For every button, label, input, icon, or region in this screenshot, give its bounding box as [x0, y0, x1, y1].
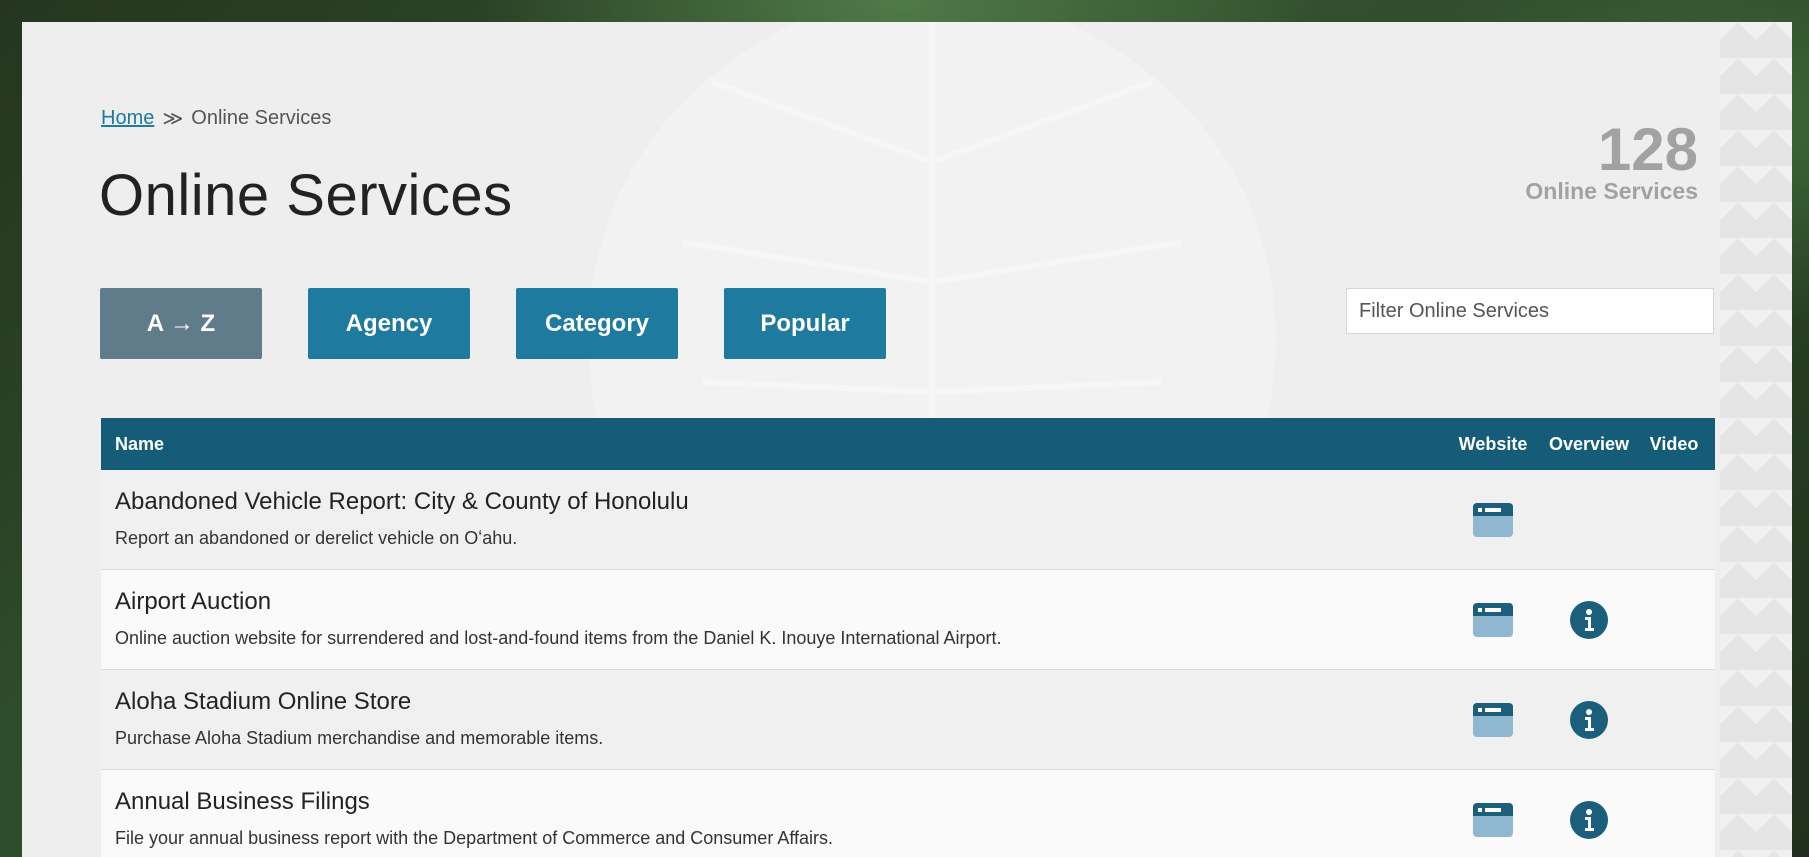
content-panel: Home ≫ Online Services Online Services 1…	[22, 22, 1792, 857]
overview-cell	[1539, 470, 1639, 569]
service-name-cell: Annual Business Filings File your annual…	[101, 770, 1447, 857]
website-cell	[1447, 770, 1539, 857]
website-cell	[1447, 670, 1539, 769]
breadcrumb-current: Online Services	[191, 107, 332, 129]
tab-a-to-z[interactable]: A → Z	[100, 288, 262, 359]
table-row: Annual Business Filings File your annual…	[101, 770, 1715, 857]
services-count-summary: 128 Online Services	[1525, 116, 1698, 205]
service-description: File your annual business report with th…	[115, 828, 834, 848]
video-cell	[1639, 570, 1715, 669]
service-title[interactable]: Annual Business Filings	[115, 788, 1447, 816]
tab-popular[interactable]: Popular	[724, 288, 886, 359]
service-description: Purchase Aloha Stadium merchandise and m…	[115, 728, 604, 748]
header-video: Video	[1649, 433, 1699, 454]
tab-agency[interactable]: Agency	[308, 288, 470, 359]
service-name-cell: Abandoned Vehicle Report: City & County …	[101, 470, 1447, 569]
services-count-number: 128	[1597, 116, 1698, 183]
decorative-pattern-strip	[1720, 22, 1792, 857]
browser-window-icon[interactable]	[1473, 602, 1513, 637]
overview-cell	[1539, 570, 1639, 669]
breadcrumb-separator-icon: ≫	[162, 108, 184, 130]
header-name[interactable]: Name	[101, 434, 1447, 455]
table-row: Aloha Stadium Online Store Purchase Aloh…	[101, 670, 1715, 770]
browser-window-icon[interactable]	[1473, 802, 1513, 837]
breadcrumb: Home ≫ Online Services	[101, 106, 331, 131]
filter-input[interactable]	[1346, 288, 1714, 334]
service-description: Report an abandoned or derelict vehicle …	[115, 528, 518, 548]
video-cell	[1639, 770, 1715, 857]
table-row: Airport Auction Online auction website f…	[101, 570, 1715, 670]
service-title[interactable]: Aloha Stadium Online Store	[115, 688, 1447, 716]
service-description: Online auction website for surrendered a…	[115, 628, 1002, 648]
service-title[interactable]: Airport Auction	[115, 588, 1447, 616]
tab-category[interactable]: Category	[516, 288, 678, 359]
website-cell	[1447, 470, 1539, 569]
overview-cell	[1539, 670, 1639, 769]
browser-window-icon[interactable]	[1473, 502, 1513, 537]
service-name-cell: Aloha Stadium Online Store Purchase Aloh…	[101, 670, 1447, 769]
table-row: Abandoned Vehicle Report: City & County …	[101, 470, 1715, 570]
table-header: Name Website Overview Video	[101, 418, 1715, 470]
sort-tabs: A → Z Agency Category Popular	[100, 288, 886, 359]
overview-cell	[1539, 770, 1639, 857]
service-name-cell: Airport Auction Online auction website f…	[101, 570, 1447, 669]
video-cell	[1639, 670, 1715, 769]
info-icon[interactable]	[1570, 600, 1608, 639]
header-website: Website	[1458, 433, 1528, 454]
website-cell	[1447, 570, 1539, 669]
info-icon[interactable]	[1570, 800, 1608, 839]
video-cell	[1639, 470, 1715, 569]
info-icon[interactable]	[1570, 700, 1608, 739]
breadcrumb-home-link[interactable]: Home	[101, 107, 154, 130]
page-title: Online Services	[99, 163, 513, 228]
services-table: Name Website Overview Video Abandoned Ve…	[101, 418, 1715, 857]
browser-window-icon[interactable]	[1473, 702, 1513, 737]
leaf-watermark	[588, 22, 1276, 482]
service-title[interactable]: Abandoned Vehicle Report: City & County …	[115, 488, 1447, 516]
header-overview: Overview	[1548, 433, 1630, 454]
services-count-label: Online Services	[1525, 178, 1698, 204]
